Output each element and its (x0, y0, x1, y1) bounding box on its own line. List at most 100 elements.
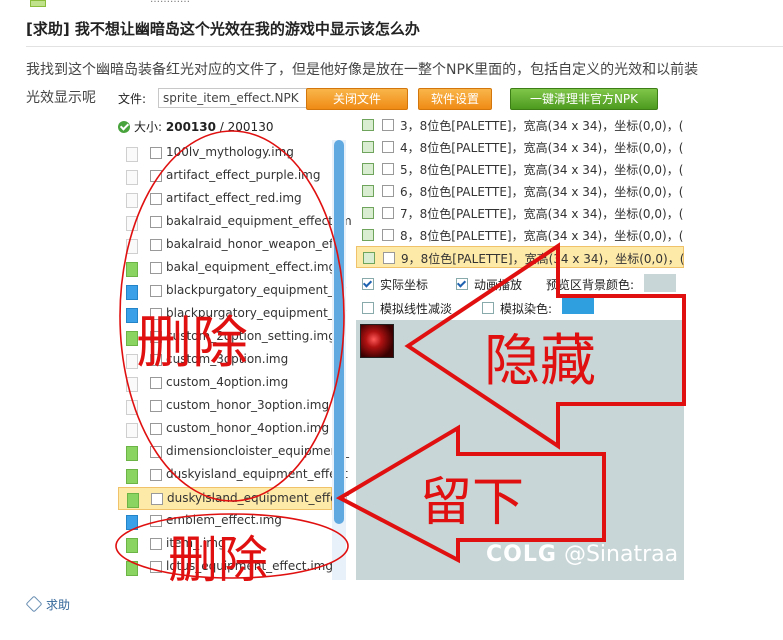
file-list-item[interactable]: dimensioncloister_equipment_ (118, 441, 349, 464)
file-checkbox[interactable] (150, 239, 162, 251)
animate-checkbox[interactable] (456, 278, 468, 290)
green-file-icon (126, 446, 138, 461)
ok-check-icon (118, 121, 130, 133)
file-checkbox[interactable] (150, 400, 162, 412)
delete-bottom-label: 删除 (168, 531, 268, 589)
file-checkbox[interactable] (150, 170, 162, 182)
file-name: custom_honor_3option.img (166, 398, 330, 412)
file-name: artifact_effect_purple.img (166, 168, 321, 182)
dye-checkbox[interactable] (482, 302, 494, 314)
file-name: custom_honor_4option.img (166, 421, 330, 435)
blank-file-icon (126, 193, 138, 208)
green-file-icon (126, 561, 138, 576)
frame-list-item[interactable]: 5，8位色[PALETTE]，宽高(34 x 34)，坐标(0,0)，( (356, 158, 684, 180)
file-list-item[interactable]: duskyisland_equipment_effect (118, 464, 348, 487)
file-name: dimensioncloister_equipment_ (166, 444, 349, 458)
frame-info: 3，8位色[PALETTE]，宽高(34 x 34)，坐标(0,0)，( (400, 119, 684, 133)
animate-option[interactable]: 动画播放 (456, 276, 522, 293)
frame-list-item[interactable]: 8，8位色[PALETTE]，宽高(34 x 34)，坐标(0,0)，( (356, 224, 684, 246)
file-checkbox[interactable] (150, 515, 162, 527)
actual-coords-option[interactable]: 实际坐标 (362, 276, 428, 293)
file-checkbox[interactable] (150, 193, 162, 205)
post-title[interactable]: [求助] 我不想让幽暗岛这个光效在我的游戏中显示该怎么办 (26, 18, 420, 39)
blue-file-icon (126, 515, 138, 530)
post-body-line-1: 我找到这个幽暗岛装备红光对应的文件了，但是他好像是放在一整个NPK里面的，包括自… (26, 62, 699, 78)
frame-image-icon (362, 229, 374, 241)
frame-checkbox[interactable] (383, 252, 395, 264)
frame-info: 4，8位色[PALETTE]，宽高(34 x 34)，坐标(0,0)，( (400, 141, 684, 155)
frame-checkbox[interactable] (382, 119, 394, 131)
linear-fade-checkbox[interactable] (362, 302, 374, 314)
frame-info: 9，8位色[PALETTE]，宽高(34 x 34)，坐标(0,0)，( (401, 252, 684, 266)
frame-image-icon (362, 207, 374, 219)
file-list-scrollbar[interactable] (332, 140, 346, 580)
top-strip: ………… (0, 0, 783, 8)
file-checkbox[interactable] (150, 285, 162, 297)
close-file-button[interactable]: 关闭文件 (306, 88, 408, 110)
frame-image-icon (362, 119, 374, 131)
file-checkbox[interactable] (150, 538, 162, 550)
animate-label: 动画播放 (474, 278, 523, 292)
file-list-item[interactable]: custom_honor_4option.img (118, 418, 332, 441)
linear-fade-label: 模拟线性减淡 (380, 302, 453, 316)
dye-option[interactable]: 模拟染色: (482, 300, 552, 317)
frame-list-item[interactable]: 9，8位色[PALETTE]，宽高(34 x 34)，坐标(0,0)，( (356, 246, 684, 268)
frame-image-icon (362, 185, 374, 197)
file-checkbox[interactable] (150, 147, 162, 159)
clean-npk-button[interactable]: 一键清理非官方NPK (510, 88, 658, 110)
file-list-item[interactable]: bakal_equipment_effect.img (118, 257, 336, 280)
file-name: bakal_equipment_effect.img (166, 260, 337, 274)
file-checkbox[interactable] (150, 446, 162, 458)
frame-list-item[interactable]: 3，8位色[PALETTE]，宽高(34 x 34)，坐标(0,0)，( (356, 114, 684, 136)
frame-checkbox[interactable] (382, 185, 394, 197)
frame-list-item[interactable]: 6，8位色[PALETTE]，宽高(34 x 34)，坐标(0,0)，( (356, 180, 684, 202)
actual-coords-checkbox[interactable] (362, 278, 374, 290)
bg-color-swatch[interactable] (644, 274, 676, 292)
frame-list-item[interactable]: 4，8位色[PALETTE]，宽高(34 x 34)，坐标(0,0)，( (356, 136, 684, 158)
file-name: bakalraid_equipment_effect.im (166, 214, 352, 228)
size-total: 200130 (227, 120, 274, 134)
watermark-brand: COLG (486, 542, 557, 567)
file-list-item[interactable]: bakalraid_honor_weapon_effe (118, 234, 345, 257)
frame-list-item[interactable]: 7，8位色[PALETTE]，宽高(34 x 34)，坐标(0,0)，( (356, 202, 684, 224)
linear-fade-option[interactable]: 模拟线性减淡 (362, 300, 452, 317)
watermark: COLG @Sinatraa (486, 542, 678, 567)
file-checkbox[interactable] (150, 216, 162, 228)
file-list-item[interactable]: custom_honor_3option.img (118, 395, 332, 418)
file-name: bakalraid_honor_weapon_effe (166, 237, 345, 251)
frame-image-icon (362, 163, 374, 175)
app-toolbar: 文件: sprite_item_effect.NPK 关闭文件 软件设置 一键清… (108, 86, 684, 114)
dye-color-swatch[interactable] (562, 296, 594, 314)
frame-checkbox[interactable] (382, 163, 394, 175)
actual-coords-label: 实际坐标 (380, 278, 429, 292)
tag-label: 求助 (46, 598, 71, 612)
hide-label: 隐藏 (484, 329, 596, 394)
scrollbar-thumb[interactable] (334, 140, 344, 524)
size-separator: / (215, 120, 228, 134)
preview-options: 实际坐标 动画播放 预览区背景颜色: 模拟线性减淡 模拟染色: (356, 272, 684, 320)
frame-list[interactable]: 3，8位色[PALETTE]，宽高(34 x 34)，坐标(0,0)，( 4，8位… (356, 114, 684, 268)
file-checkbox[interactable] (150, 561, 162, 573)
file-list-item[interactable]: 100lv_mythology.img (118, 142, 332, 165)
frame-checkbox[interactable] (382, 229, 394, 241)
file-checkbox[interactable] (150, 262, 162, 274)
frame-info: 6，8位色[PALETTE]，宽高(34 x 34)，坐标(0,0)，( (400, 185, 684, 199)
file-list-item[interactable]: bakalraid_equipment_effect.im (118, 211, 352, 234)
tag-link[interactable]: 求助 (25, 595, 71, 613)
blank-file-icon (126, 239, 138, 254)
file-checkbox[interactable] (150, 469, 162, 481)
file-path-input[interactable]: sprite_item_effect.NPK (158, 88, 322, 108)
file-checkbox[interactable] (150, 423, 162, 435)
size-current: 200130 (165, 120, 216, 134)
size-row: 大小: 200130 / 200130 (118, 118, 273, 135)
frame-checkbox[interactable] (382, 141, 394, 153)
file-checkbox[interactable] (151, 493, 163, 505)
tag-icon (25, 595, 43, 613)
file-list-item[interactable]: duskyisland_equipment_effect (118, 487, 349, 510)
settings-button[interactable]: 软件设置 (418, 88, 492, 110)
file-name: duskyisland_equipment_effect (166, 467, 348, 481)
blank-file-icon (126, 377, 138, 392)
file-list-item[interactable]: artifact_effect_purple.img (118, 165, 332, 188)
file-list-item[interactable]: artifact_effect_red.img (118, 188, 332, 211)
frame-checkbox[interactable] (382, 207, 394, 219)
